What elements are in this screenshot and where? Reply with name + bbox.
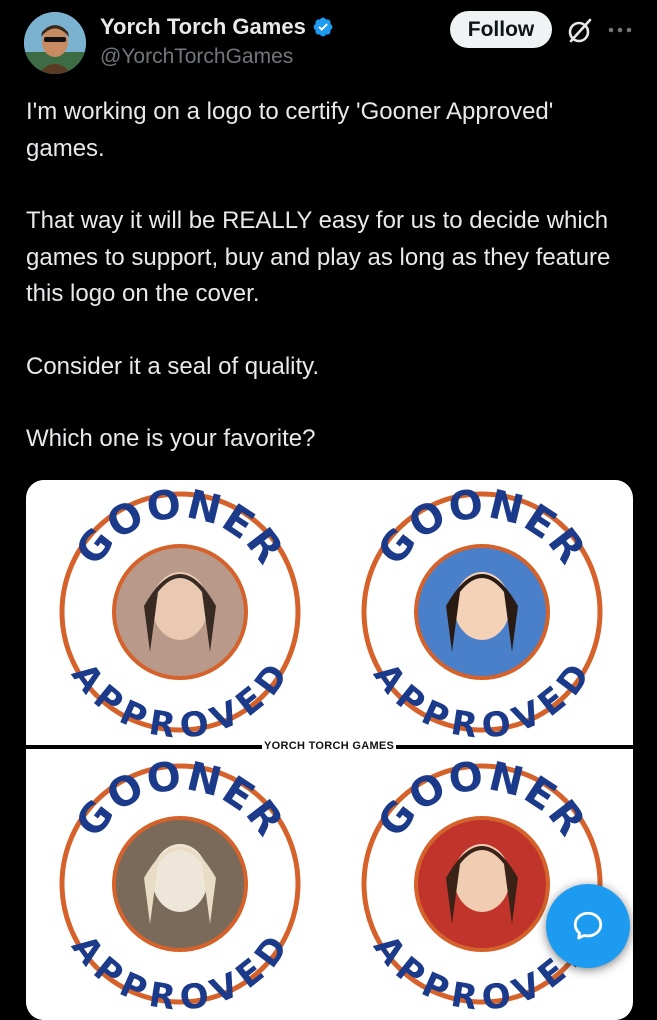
author-name-row: Yorch Torch Games: [100, 14, 334, 40]
grok-icon[interactable]: [565, 16, 595, 46]
portrait-face: [454, 572, 510, 640]
logo-variant-3[interactable]: GOONER APPROVED: [28, 752, 328, 1020]
more-dots-icon[interactable]: [606, 20, 634, 40]
tweet-paragraph: Consider it a seal of quality.: [26, 352, 320, 380]
compose-reply-icon: [573, 911, 603, 940]
gooner-logo-2: GOONERAPPROVED: [361, 481, 603, 747]
logo-variant-1[interactable]: GOONER APPROVED: [28, 480, 328, 750]
portrait-face: [454, 844, 510, 912]
avatar-portrait-icon: [24, 12, 86, 74]
tweet-media-image[interactable]: GOONER APPROVED GOONER APPROVED GOONER APPR…: [26, 480, 633, 1020]
gooner-logo-1: GOONERAPPROVED: [59, 481, 301, 747]
gooner-logo-3: GOONERAPPROVED: [59, 753, 301, 1019]
author-avatar[interactable]: [24, 12, 86, 74]
logo-variant-2[interactable]: GOONER APPROVED: [330, 480, 630, 750]
tweet-paragraph: Which one is your favorite?: [26, 425, 316, 452]
media-watermark: YORCH TORCH GAMES: [262, 740, 397, 752]
tweet-header: Yorch Torch Games @YorchTorchGames Follo…: [0, 0, 657, 80]
portrait-face: [152, 572, 208, 640]
author-handle[interactable]: @YorchTorchGames: [100, 45, 293, 69]
tweet-paragraph: That way it will be REALLY easy for us t…: [26, 207, 618, 307]
follow-button[interactable]: Follow: [450, 11, 552, 48]
tweet-paragraph: I'm working on a logo to certify 'Gooner…: [26, 98, 561, 162]
author-display-name[interactable]: Yorch Torch Games: [100, 14, 306, 40]
reply-fab-button[interactable]: [546, 884, 630, 968]
verified-badge-icon: [313, 17, 333, 37]
tweet-body: I'm working on a logo to certify 'Gooner…: [26, 94, 626, 458]
portrait-face: [152, 844, 208, 912]
